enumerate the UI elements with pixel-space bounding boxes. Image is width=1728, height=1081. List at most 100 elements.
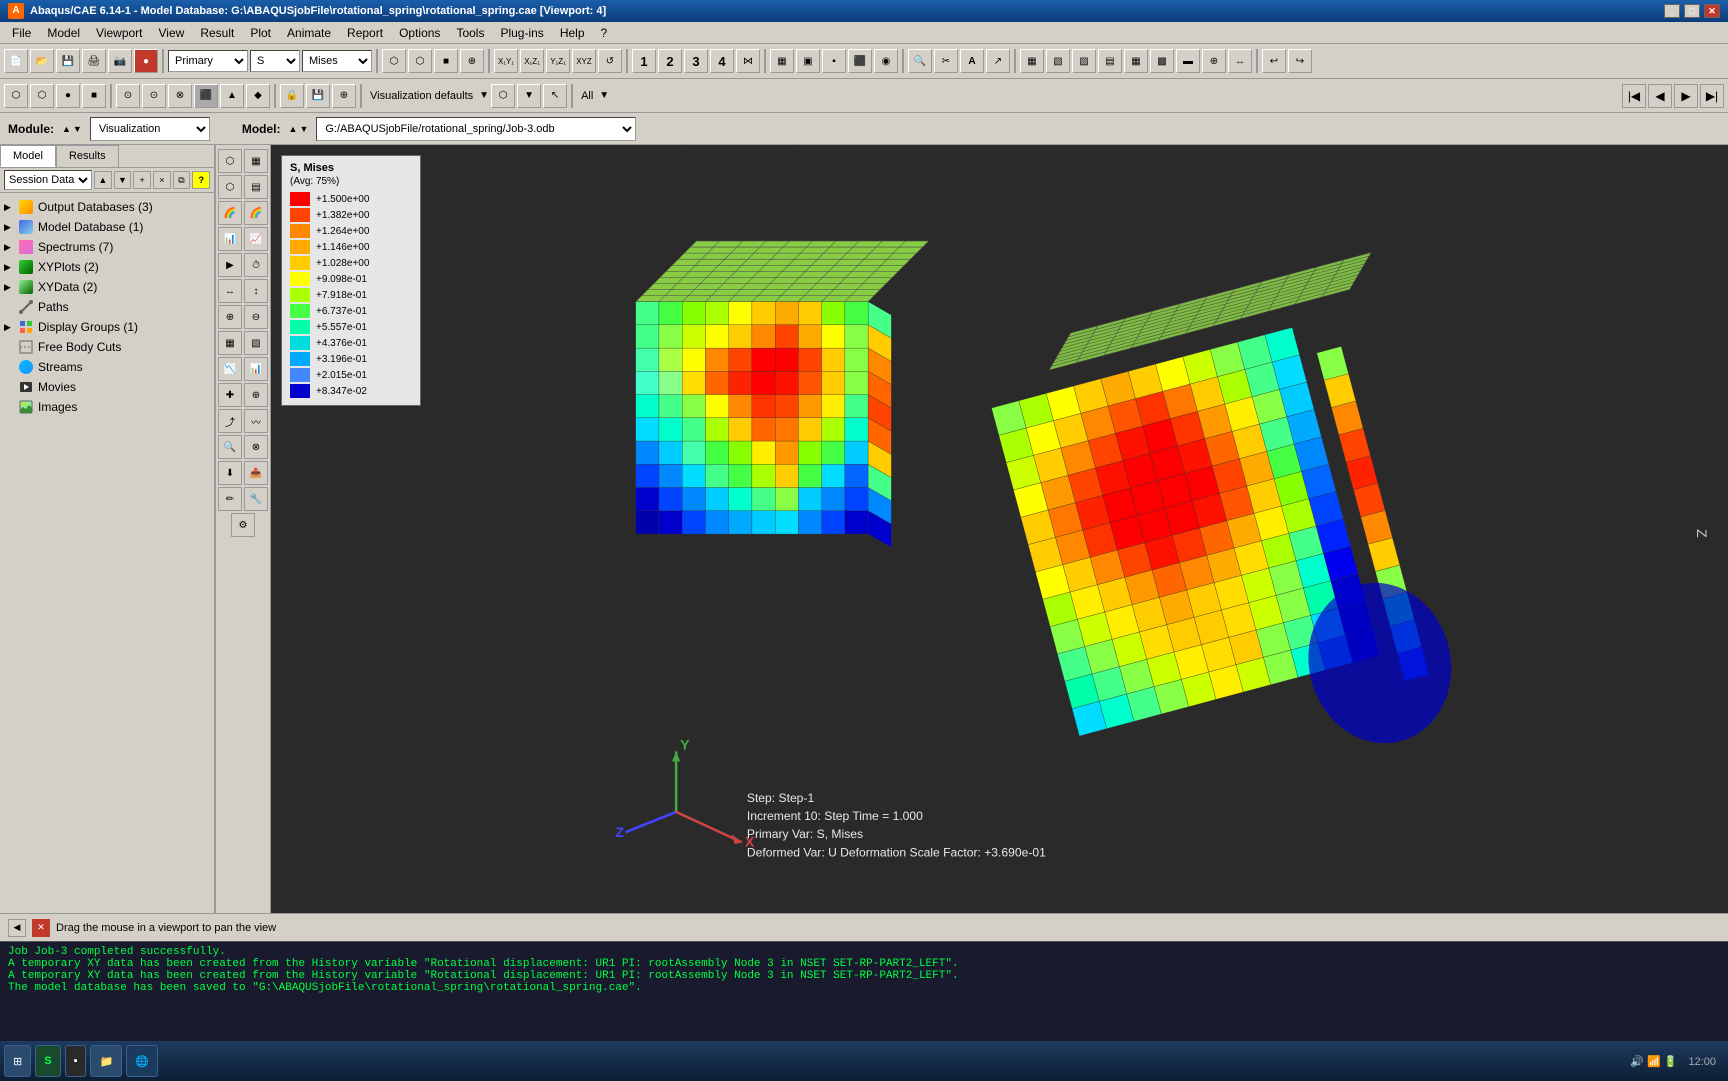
text-btn[interactable]: A [960, 49, 984, 73]
num3-btn[interactable]: 3 [684, 49, 708, 73]
browser-btn[interactable]: 🌐 [126, 1045, 158, 1077]
console-area[interactable]: Job Job-3 completed successfully. A temp… [0, 941, 1728, 1041]
t16-btn[interactable]: ⊗ [168, 84, 192, 108]
module-down-btn[interactable]: ▼ [73, 124, 82, 134]
num4-btn[interactable]: 4 [710, 49, 734, 73]
tool-icon-2[interactable]: 🔧 [244, 487, 268, 511]
t14-btn[interactable]: ⊙ [116, 84, 140, 108]
menu-file[interactable]: File [4, 24, 39, 42]
plot-icon-3[interactable]: 📊 [218, 227, 242, 251]
view-xz-btn[interactable]: X₁Z₁ [520, 49, 544, 73]
path-icon-2[interactable]: 〰 [244, 409, 268, 433]
tree-xydata[interactable]: ▶ XYData (2) [0, 277, 214, 297]
mesh-icon-3[interactable]: ⬡ [218, 175, 242, 199]
section-icon-1[interactable]: 🔍 [218, 435, 242, 459]
view-icon-3[interactable]: ⊕ [218, 305, 242, 329]
cursor-btn[interactable]: ↖ [543, 84, 567, 108]
menu-report[interactable]: Report [339, 24, 391, 42]
tree-xyplots[interactable]: ▶ XYPlots (2) [0, 257, 214, 277]
menu-help2[interactable]: ? [593, 24, 616, 42]
menu-options[interactable]: Options [391, 24, 448, 42]
t10-btn[interactable]: ⬡ [4, 84, 28, 108]
view-icon-1[interactable]: ↔ [218, 279, 242, 303]
maximize-btn[interactable]: □ [1684, 4, 1700, 18]
shaded-btn[interactable]: ⬛ [848, 49, 872, 73]
terminal-btn[interactable]: ▪ [65, 1045, 87, 1077]
menu-plugins[interactable]: Plug-ins [492, 24, 551, 42]
t13-btn[interactable]: ■ [82, 84, 106, 108]
plot-icon-2[interactable]: 🌈 [244, 201, 268, 225]
viewport-config-btn[interactable]: ⋈ [736, 49, 760, 73]
t23-btn[interactable]: ⬡ [491, 84, 515, 108]
chart-icon-1[interactable]: 📉 [218, 357, 242, 381]
undeformed-btn[interactable]: ⬡ [382, 49, 406, 73]
session-del-btn[interactable]: × [153, 171, 171, 189]
undo-btn[interactable]: ↩ [1262, 49, 1286, 73]
menu-help[interactable]: Help [552, 24, 593, 42]
primary-select[interactable]: Primary [168, 50, 248, 72]
session-down-btn[interactable]: ▼ [114, 171, 132, 189]
menu-result[interactable]: Result [192, 24, 242, 42]
session-select[interactable]: Session Data [4, 170, 92, 190]
menu-tools[interactable]: Tools [448, 24, 492, 42]
abaqus-app-btn[interactable]: S [35, 1045, 60, 1077]
t8-btn[interactable]: ⊕ [1202, 49, 1226, 73]
export-icon-1[interactable]: ⬇ [218, 461, 242, 485]
tree-model-database[interactable]: ▶ Model Database (1) [0, 217, 214, 237]
mesh-icon-2[interactable]: ▦ [244, 149, 268, 173]
nav-play-btn[interactable]: ▶ [1674, 84, 1698, 108]
mesh-icon-4[interactable]: ▤ [244, 175, 268, 199]
all-dropdown[interactable]: ▼ [599, 90, 609, 101]
t18-btn[interactable]: ▲ [220, 84, 244, 108]
t11-btn[interactable]: ⬡ [30, 84, 54, 108]
deformed-btn[interactable]: ⬡ [408, 49, 432, 73]
module-up-btn[interactable]: ▲ [62, 124, 71, 134]
nav-first-btn[interactable]: |◀ [1622, 84, 1646, 108]
t17-btn[interactable]: ⬛ [194, 84, 218, 108]
mesh-icon-1[interactable]: ⬡ [218, 149, 242, 173]
start-button[interactable]: ⊞ [4, 1045, 31, 1077]
cross-icon-1[interactable]: ✚ [218, 383, 242, 407]
s-select[interactable]: S [250, 50, 300, 72]
tab-results[interactable]: Results [56, 145, 119, 167]
t5-btn[interactable]: ▦ [1124, 49, 1148, 73]
hidden-btn[interactable]: ▣ [796, 49, 820, 73]
chart-icon-2[interactable]: 📊 [244, 357, 268, 381]
view-icon-4[interactable]: ⊖ [244, 305, 268, 329]
lock-btn[interactable]: 🔒 [280, 84, 304, 108]
num1-btn[interactable]: 1 [632, 49, 656, 73]
tree-paths[interactable]: Paths [0, 297, 214, 317]
arrow-btn[interactable]: ↗ [986, 49, 1010, 73]
menu-view[interactable]: View [151, 24, 193, 42]
t22-btn[interactable]: ⊕ [332, 84, 356, 108]
wire-btn[interactable]: ▦ [770, 49, 794, 73]
tree-output-databases[interactable]: ▶ Output Databases (3) [0, 197, 214, 217]
nav-last-btn[interactable]: ▶| [1700, 84, 1724, 108]
tool-icon-1[interactable]: ✏ [218, 487, 242, 511]
nav-prev-btn[interactable]: ◀ [1648, 84, 1672, 108]
plot-icon-4[interactable]: 📈 [244, 227, 268, 251]
tree-free-body-cuts[interactable]: Free Body Cuts [0, 337, 214, 357]
t4-btn[interactable]: ▤ [1098, 49, 1122, 73]
t2-btn[interactable]: ▧ [1046, 49, 1070, 73]
view-prev-btn[interactable]: ↺ [598, 49, 622, 73]
anim-icon-1[interactable]: ▶ [218, 253, 242, 277]
view-xy-btn[interactable]: X₁Y₁ [494, 49, 518, 73]
record-btn[interactable]: ● [134, 49, 158, 73]
print-btn[interactable]: 🖨 [82, 49, 106, 73]
table-icon-1[interactable]: ▦ [218, 331, 242, 355]
plot-icon-1[interactable]: 🌈 [218, 201, 242, 225]
tree-spectrums[interactable]: ▶ Spectrums (7) [0, 237, 214, 257]
session-new-btn[interactable]: + [133, 171, 151, 189]
file-btn[interactable]: 📁 [90, 1045, 122, 1077]
filled-btn[interactable]: ▪ [822, 49, 846, 73]
vis-defaults-dropdown[interactable]: ▼ [479, 90, 489, 101]
table-icon-2[interactable]: ▧ [244, 331, 268, 355]
pan-back-btn[interactable]: ◀ [8, 919, 26, 937]
model-up-btn[interactable]: ▲ [289, 124, 298, 134]
session-up-btn[interactable]: ▲ [94, 171, 112, 189]
mises-select[interactable]: Mises [302, 50, 372, 72]
model-down-btn[interactable]: ▼ [299, 124, 308, 134]
tree-images[interactable]: Images [0, 397, 214, 417]
tab-model[interactable]: Model [0, 145, 56, 167]
